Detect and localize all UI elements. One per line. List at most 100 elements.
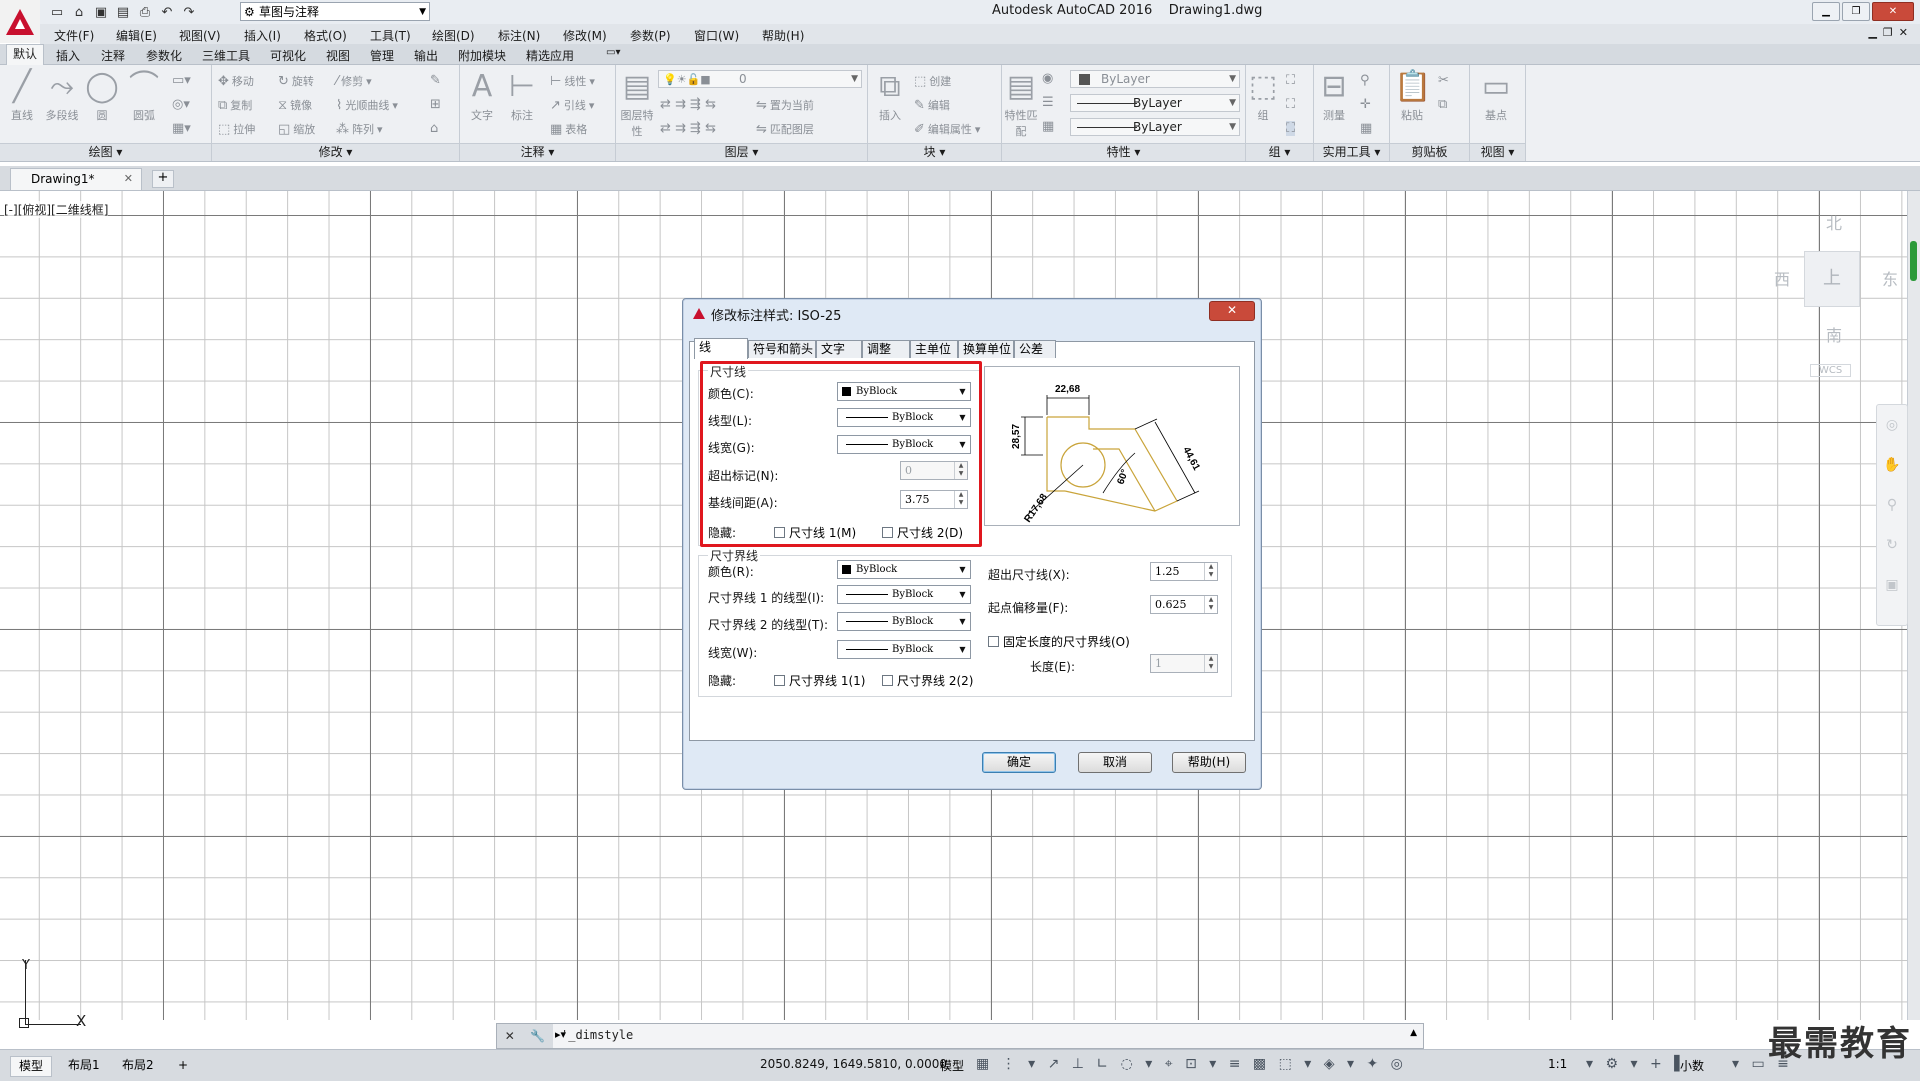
layer-properties-tool[interactable]: ▤ 图层特性	[620, 67, 654, 139]
layer-combo[interactable]: 💡☀🔓■ 0 ▼	[658, 70, 862, 88]
rotate-tool[interactable]: ↻ 旋转	[278, 73, 314, 89]
quick-select-icon[interactable]: ⚲	[1360, 73, 1370, 88]
tab-manage[interactable]: 管理	[370, 47, 394, 64]
stretch-tool[interactable]: ⬚ 拉伸	[218, 121, 255, 137]
menu-modify[interactable]: 修改(M)	[563, 27, 607, 44]
minimize-button[interactable]: ▁	[1812, 2, 1840, 21]
linetype-icon[interactable]: ☰	[1042, 95, 1054, 110]
model-space-toggle[interactable]: 模型	[940, 1057, 964, 1074]
match-properties-tool[interactable]: ▤ 特性匹配	[1004, 67, 1038, 139]
panel-clipboard-title[interactable]: 剪贴板	[1390, 143, 1469, 161]
region-icon[interactable]: ▦▾	[172, 121, 191, 136]
scroll-thumb[interactable]	[1910, 241, 1917, 281]
tab-output[interactable]: 输出	[414, 47, 438, 64]
layout-tab-layout1[interactable]: 布局1	[60, 1056, 108, 1075]
color-wheel-icon[interactable]: ◉	[1042, 71, 1053, 86]
spinner-arrows-icon[interactable]: ▲ ▼	[1204, 655, 1217, 672]
cut-icon[interactable]: ✂	[1438, 73, 1449, 88]
undo-icon[interactable]: ↶	[158, 3, 176, 21]
menu-file[interactable]: 文件(F)	[54, 27, 94, 44]
pan-icon[interactable]: ✋	[1877, 445, 1907, 485]
fixed-length-checkbox[interactable]: 固定长度的尺寸界线(O)	[988, 633, 1130, 650]
tab-addins[interactable]: 附加模块	[458, 47, 506, 64]
checkbox-box[interactable]	[774, 675, 785, 686]
workspace-status-icons[interactable]: ▾ ⚙ ▾ + ▌	[1586, 1056, 1689, 1072]
group-edit-icon[interactable]: ⛶	[1286, 97, 1295, 112]
suppress-dim-line-1-checkbox[interactable]: 尺寸线 1(M)	[774, 524, 856, 541]
layout-tab-layout2[interactable]: 布局2	[114, 1056, 162, 1075]
spinner-arrows-icon[interactable]: ▲ ▼	[1204, 596, 1217, 613]
viewcube-south[interactable]: 南	[1826, 322, 1842, 346]
mirror-tool[interactable]: ⧖ 镜像	[278, 97, 312, 113]
command-history-icon[interactable]: ▲	[1410, 1028, 1417, 1038]
layer-tools-icons-2[interactable]: ⇄ ⇉ ⇶ ⇆	[660, 121, 716, 136]
close-tab-icon[interactable]: ✕	[124, 169, 133, 189]
drafting-aids-icons[interactable]: ▦ ⋮ ▾ ↗ ⊥ ∟ ◌ ▾ ⌖ ⊡ ▾ ≡ ▩ ⬚ ▾ ◈ ▾ ✦ ◎	[976, 1056, 1407, 1072]
new-file-icon[interactable]: ▭	[48, 3, 66, 21]
calculator-icon[interactable]: ▦	[1360, 121, 1372, 136]
text-tool[interactable]: A 文字	[464, 67, 500, 123]
menu-help[interactable]: 帮助(H)	[762, 27, 804, 44]
blend-curves-tool[interactable]: ⌇ 光顺曲线 ▾	[336, 97, 398, 113]
extend-ticks-spinner[interactable]: 0 ▲ ▼	[900, 461, 968, 480]
linear-tool[interactable]: ⊢ 线性 ▾	[550, 73, 595, 89]
panel-groups-title[interactable]: 组 ▾	[1246, 143, 1313, 161]
panel-utilities-title[interactable]: 实用工具 ▾	[1314, 143, 1389, 161]
tab-alternate-units[interactable]: 换算单位	[958, 340, 1014, 358]
menu-format[interactable]: 格式(O)	[304, 27, 347, 44]
offset-origin-spinner[interactable]: 0.625 ▲ ▼	[1150, 595, 1218, 614]
save-as-icon[interactable]: ▤	[114, 3, 132, 21]
tab-annotate[interactable]: 注释	[101, 47, 125, 64]
save-icon[interactable]: ▣	[92, 3, 110, 21]
cursor-coordinates[interactable]: 2050.8249, 1649.5810, 0.0000	[760, 1057, 947, 1071]
checkbox-box[interactable]	[774, 527, 785, 538]
copy-clip-icon[interactable]: ⧉	[1438, 97, 1447, 112]
menu-view[interactable]: 视图(V)	[179, 27, 221, 44]
menu-draw[interactable]: 绘图(D)	[432, 27, 475, 44]
line-tool[interactable]: ╱ 直线	[4, 67, 40, 123]
showmotion-icon[interactable]: ▣	[1877, 565, 1907, 605]
orbit-icon[interactable]: ↻	[1877, 525, 1907, 565]
explode-icon[interactable]: ⊞	[430, 97, 441, 112]
base-point-tool[interactable]: ▭ 基点	[1478, 67, 1514, 123]
fixed-length-spinner[interactable]: 1 ▲ ▼	[1150, 654, 1218, 673]
drawing-window-controls[interactable]: ▁❐✕	[1868, 26, 1914, 39]
checkbox-box[interactable]	[882, 527, 893, 538]
viewcube-top-face[interactable]: 上	[1804, 251, 1860, 307]
new-tab-button[interactable]: +	[152, 170, 174, 188]
tab-parametric[interactable]: 参数化	[146, 47, 182, 64]
erase-icon[interactable]: ✎	[430, 73, 441, 88]
command-input[interactable]: '_dimstyle	[561, 1028, 633, 1042]
panel-annotation-title[interactable]: 注释 ▾	[460, 143, 615, 161]
table-tool[interactable]: ▦ 表格	[550, 121, 587, 137]
trim-tool[interactable]: ⁄ 修剪 ▾	[336, 73, 372, 89]
viewcube-north[interactable]: 北	[1826, 210, 1842, 234]
viewcube-east[interactable]: 东	[1882, 266, 1898, 290]
tab-tolerances[interactable]: 公差	[1014, 340, 1056, 358]
circle-tool[interactable]: ◯ 圆	[84, 67, 120, 123]
viewcube-west[interactable]: 西	[1774, 266, 1790, 290]
spinner-arrows-icon[interactable]: ▲ ▼	[954, 462, 967, 479]
annotation-scale[interactable]: 1:1	[1548, 1057, 1567, 1071]
panel-draw-title[interactable]: 绘图 ▾	[0, 143, 211, 161]
tab-symbols-arrows[interactable]: 符号和箭头	[748, 340, 816, 358]
tab-view[interactable]: 视图	[326, 47, 350, 64]
checkbox-box[interactable]	[988, 636, 999, 647]
close-button[interactable]: ✕	[1872, 2, 1914, 21]
new-layout-button[interactable]: +	[170, 1056, 196, 1075]
cancel-button[interactable]: 取消	[1078, 752, 1152, 773]
wcs-menu[interactable]: WCS	[1810, 364, 1852, 377]
extend-beyond-spinner[interactable]: 1.25 ▲ ▼	[1150, 562, 1218, 581]
edit-attributes-tool[interactable]: ✐ 编辑属性 ▾	[914, 121, 980, 137]
viewport-controls[interactable]: [-][俯视][二维线框]	[4, 201, 109, 218]
doc-tab-drawing1[interactable]: Drawing1* ✕	[10, 168, 142, 190]
menu-tools[interactable]: 工具(T)	[370, 27, 411, 44]
group-select-icon[interactable]: ⛶	[1286, 121, 1296, 136]
panel-block-title[interactable]: 块 ▾	[868, 143, 1001, 161]
panel-layers-title[interactable]: 图层 ▾	[616, 143, 867, 161]
suppress-ext-line-1-checkbox[interactable]: 尺寸界线 1(1)	[774, 672, 865, 689]
spinner-arrows-icon[interactable]: ▲ ▼	[1204, 563, 1217, 580]
redo-icon[interactable]: ↷	[180, 3, 198, 21]
lineweight-icon[interactable]: ▦	[1042, 119, 1054, 134]
set-current-tool[interactable]: ⇋ 置为当前	[756, 97, 814, 113]
